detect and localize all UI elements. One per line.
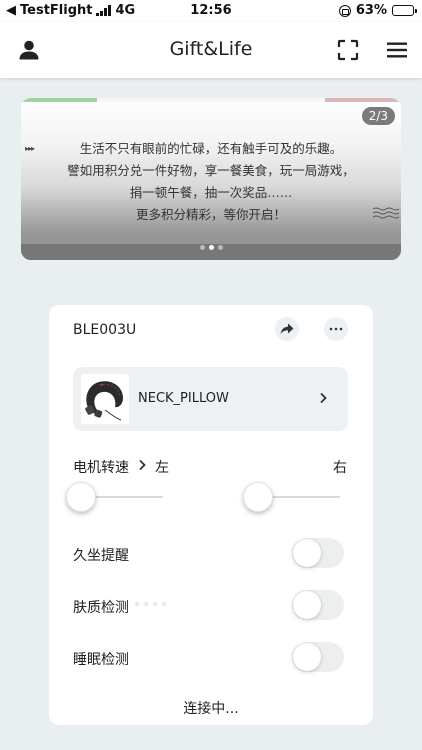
promo-banner[interactable]: 2/3 ▸▸▸ 生活不只有眼前的忙碌，还有触手可及的乐趣。 譬如用积分兑一件好物… <box>21 98 401 260</box>
sedentary-reminder-toggle[interactable] <box>292 538 344 568</box>
skin-detection-toggle[interactable] <box>292 590 344 620</box>
skin-detection-label: 肤质检测 <box>73 600 129 616</box>
carousel-dots[interactable] <box>21 245 401 250</box>
product-tile[interactable]: NECK_PILLOW <box>73 367 348 431</box>
product-name: NECK_PILLOW <box>138 391 229 406</box>
banner-line: 更多积分精彩，等你开启！ <box>135 207 286 222</box>
slider-knob[interactable] <box>243 482 273 512</box>
toggle-knob <box>293 539 321 567</box>
right-motor-label: 右 <box>333 460 347 476</box>
more-icon <box>329 327 343 331</box>
device-id: BLE003U <box>73 322 137 338</box>
carousel-dot[interactable] <box>217 245 223 250</box>
share-icon <box>280 323 294 335</box>
carousel-dot[interactable] <box>199 245 205 250</box>
sleep-detection-toggle[interactable] <box>292 642 344 672</box>
more-button[interactable] <box>324 317 348 341</box>
sedentary-reminder-label: 久坐提醒 <box>73 548 129 564</box>
banner-text: 生活不只有眼前的忙碌，还有触手可及的乐趣。 譬如用积分兑一件好物，享一餐美食，玩… <box>21 138 401 226</box>
chevron-right-icon <box>320 392 327 404</box>
toggle-knob <box>293 643 321 671</box>
wave-decoration-icon <box>373 207 399 219</box>
sleep-detection-label: 睡眠检测 <box>73 652 129 668</box>
share-button[interactable] <box>275 317 299 341</box>
banner-line: 捐一顿午餐，抽一次奖品…… <box>129 185 293 200</box>
device-card: BLE003U NECK_PILLOW 电机转速 左 右 久坐提醒 肤质检测 ★… <box>49 305 373 725</box>
banner-top-strip <box>21 98 401 102</box>
nav-bar: Gift&Life <box>0 22 422 78</box>
battery-icon <box>392 5 417 16</box>
product-thumbnail <box>81 374 129 424</box>
fullscreen-icon[interactable] <box>337 39 359 61</box>
menu-icon[interactable] <box>386 39 408 61</box>
slider-knob[interactable] <box>66 482 96 512</box>
neck-pillow-image <box>85 381 123 421</box>
connection-status: 连接中... <box>183 701 239 717</box>
chevron-right-icon <box>139 459 146 471</box>
banner-page-indicator: 2/3 <box>361 107 395 125</box>
status-right: 63% <box>338 3 417 18</box>
left-motor-label: 左 <box>155 460 169 476</box>
rotation-lock-icon <box>338 4 351 17</box>
rating-stars: ★★★★ <box>133 600 170 610</box>
motor-speed-label: 电机转速 <box>73 460 129 476</box>
left-motor-slider[interactable] <box>66 482 163 512</box>
battery-percent: 63% <box>355 3 387 18</box>
banner-line: 生活不只有眼前的忙碌，还有触手可及的乐趣。 <box>79 141 343 156</box>
carousel-dot-active[interactable] <box>208 245 214 250</box>
toggle-knob <box>293 591 321 619</box>
right-motor-slider[interactable] <box>243 482 340 512</box>
banner-line: 譬如用积分兑一件好物，享一餐美食，玩一局游戏， <box>67 163 355 178</box>
status-bar: ◀ TestFlight 4G 12:56 63% <box>0 0 422 22</box>
